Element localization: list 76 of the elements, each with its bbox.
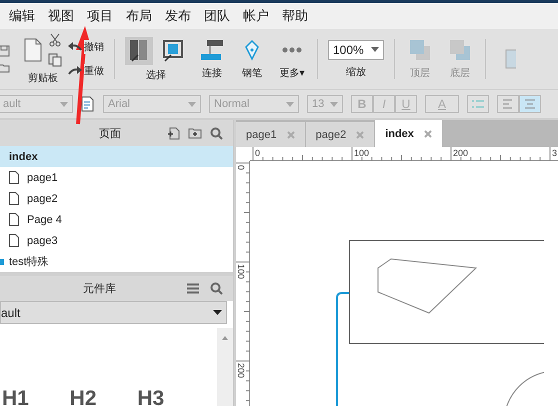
align-left-icon <box>503 99 513 109</box>
menu-icon[interactable] <box>187 283 199 294</box>
more-label[interactable]: 更多▾ <box>279 66 305 80</box>
ruler-label: 0 <box>236 165 246 170</box>
ruler-label: 100 <box>354 148 370 158</box>
page-icon <box>9 192 19 205</box>
close-icon[interactable] <box>424 130 432 138</box>
add-folder-icon[interactable] <box>188 127 202 139</box>
menu-item[interactable]: 项目 <box>87 7 113 25</box>
heading-widget[interactable]: H3 <box>137 387 164 406</box>
page-item[interactable]: Page 4 <box>0 209 233 230</box>
ruler-label: 200 <box>236 363 246 378</box>
scroll-up-icon[interactable] <box>222 336 228 340</box>
menu-item[interactable]: 视图 <box>48 7 74 25</box>
caret-icon <box>213 310 222 315</box>
page-icon <box>9 213 19 226</box>
menu-item[interactable]: 帐户 <box>243 7 269 25</box>
polygon-shape[interactable] <box>378 258 478 314</box>
page-item[interactable]: page1 <box>0 167 233 188</box>
page-tab[interactable]: page1 <box>236 122 305 147</box>
redo-label[interactable]: 重做 <box>84 64 104 78</box>
page-tab[interactable]: page2 <box>306 122 374 147</box>
add-page-icon[interactable] <box>167 126 180 140</box>
page-icon <box>9 171 19 184</box>
menu-item[interactable]: 团队 <box>204 7 230 25</box>
ruler-label: 200 <box>453 148 468 158</box>
undo-label[interactable]: 撤销 <box>84 40 104 54</box>
connect-label: 连接 <box>202 66 222 80</box>
caret-icon <box>371 47 379 52</box>
caret-icon <box>60 102 68 106</box>
select-label: 选择 <box>146 68 166 82</box>
front-label: 顶层 <box>410 66 430 80</box>
pages-panel-title: 页面 <box>99 126 121 140</box>
caret-icon <box>286 102 294 106</box>
page-icon <box>9 234 19 247</box>
heading-widget[interactable]: H1 <box>2 387 29 406</box>
redo-icon[interactable] <box>68 66 82 76</box>
heading-widget[interactable]: H2 <box>70 387 97 406</box>
connector-icon[interactable] <box>200 38 224 60</box>
caret-icon <box>188 102 196 106</box>
align-left-button[interactable] <box>497 95 519 113</box>
search-icon[interactable] <box>210 282 223 295</box>
select-mode-button[interactable] <box>125 36 153 64</box>
library-panel-title: 元件库 <box>83 282 116 296</box>
save-icon[interactable] <box>0 45 10 57</box>
clipboard-label: 剪贴板 <box>28 72 58 85</box>
align-center-icon <box>525 99 535 109</box>
pen-icon[interactable] <box>243 38 261 60</box>
format-painter-icon[interactable] <box>81 96 95 112</box>
scissors-icon[interactable] <box>48 33 62 47</box>
page-item[interactable]: page3 <box>0 230 233 251</box>
folder-icon[interactable] <box>0 63 10 73</box>
search-icon[interactable] <box>210 126 223 140</box>
pen-label: 钢笔 <box>242 66 262 80</box>
page-item[interactable]: page2 <box>0 188 233 209</box>
zoom-label: 缩放 <box>346 66 366 78</box>
page-item[interactable]: test特殊 <box>0 251 233 272</box>
ruler-label: 100 <box>236 264 246 280</box>
folder-marker-icon <box>0 258 4 264</box>
zoom-dropdown[interactable]: 100% <box>328 40 384 60</box>
menu-item[interactable]: 布局 <box>126 7 152 25</box>
caret-icon <box>330 102 338 106</box>
ruler-label: 3 <box>552 148 558 158</box>
copy-icon[interactable] <box>48 53 62 67</box>
ruler-label: 0 <box>255 148 260 158</box>
back-label: 底层 <box>450 66 470 80</box>
page-tab[interactable]: index <box>375 120 442 147</box>
align-center-button[interactable] <box>519 95 541 113</box>
page-item[interactable]: index <box>0 146 233 167</box>
library-dropdown[interactable]: ault <box>0 301 227 324</box>
menu-item[interactable]: 发布 <box>165 7 191 25</box>
menu-item[interactable]: 编辑 <box>9 7 35 25</box>
undo-icon[interactable] <box>68 42 82 52</box>
page-icon[interactable] <box>24 38 42 62</box>
connector-line[interactable] <box>336 292 349 406</box>
menu-item[interactable]: 帮助 <box>282 7 308 25</box>
